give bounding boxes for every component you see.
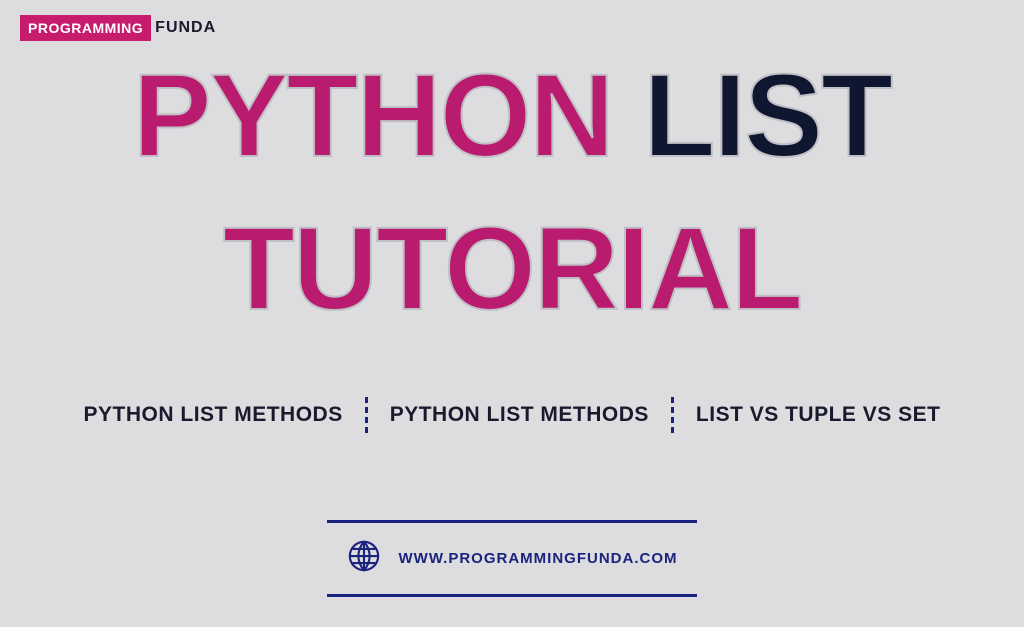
title-word-list: LIST [643,50,891,182]
logo-box: PROGRAMMING [20,15,151,41]
topics-row: PYTHON LIST METHODS PYTHON LIST METHODS … [0,397,1024,433]
title-word-python: PYTHON [133,50,613,182]
title-line-1: PYTHON LIST [0,40,1024,193]
footer-url: WWW.PROGRAMMINGFUNDA.COM [399,550,678,567]
topic-item: PYTHON LIST METHODS [62,403,365,427]
topic-item: PYTHON LIST METHODS [368,403,671,427]
topic-item: LIST VS TUPLE VS SET [674,403,963,427]
logo: PROGRAMMING FUNDA [20,15,216,41]
title-container: PYTHON LIST TUTORIAL [0,0,1024,347]
title-line-2: TUTORIAL [0,193,1024,346]
footer: WWW.PROGRAMMINGFUNDA.COM [327,520,697,597]
logo-suffix: FUNDA [155,19,216,37]
globe-icon [347,539,381,578]
title-word-tutorial: TUTORIAL [223,203,801,335]
